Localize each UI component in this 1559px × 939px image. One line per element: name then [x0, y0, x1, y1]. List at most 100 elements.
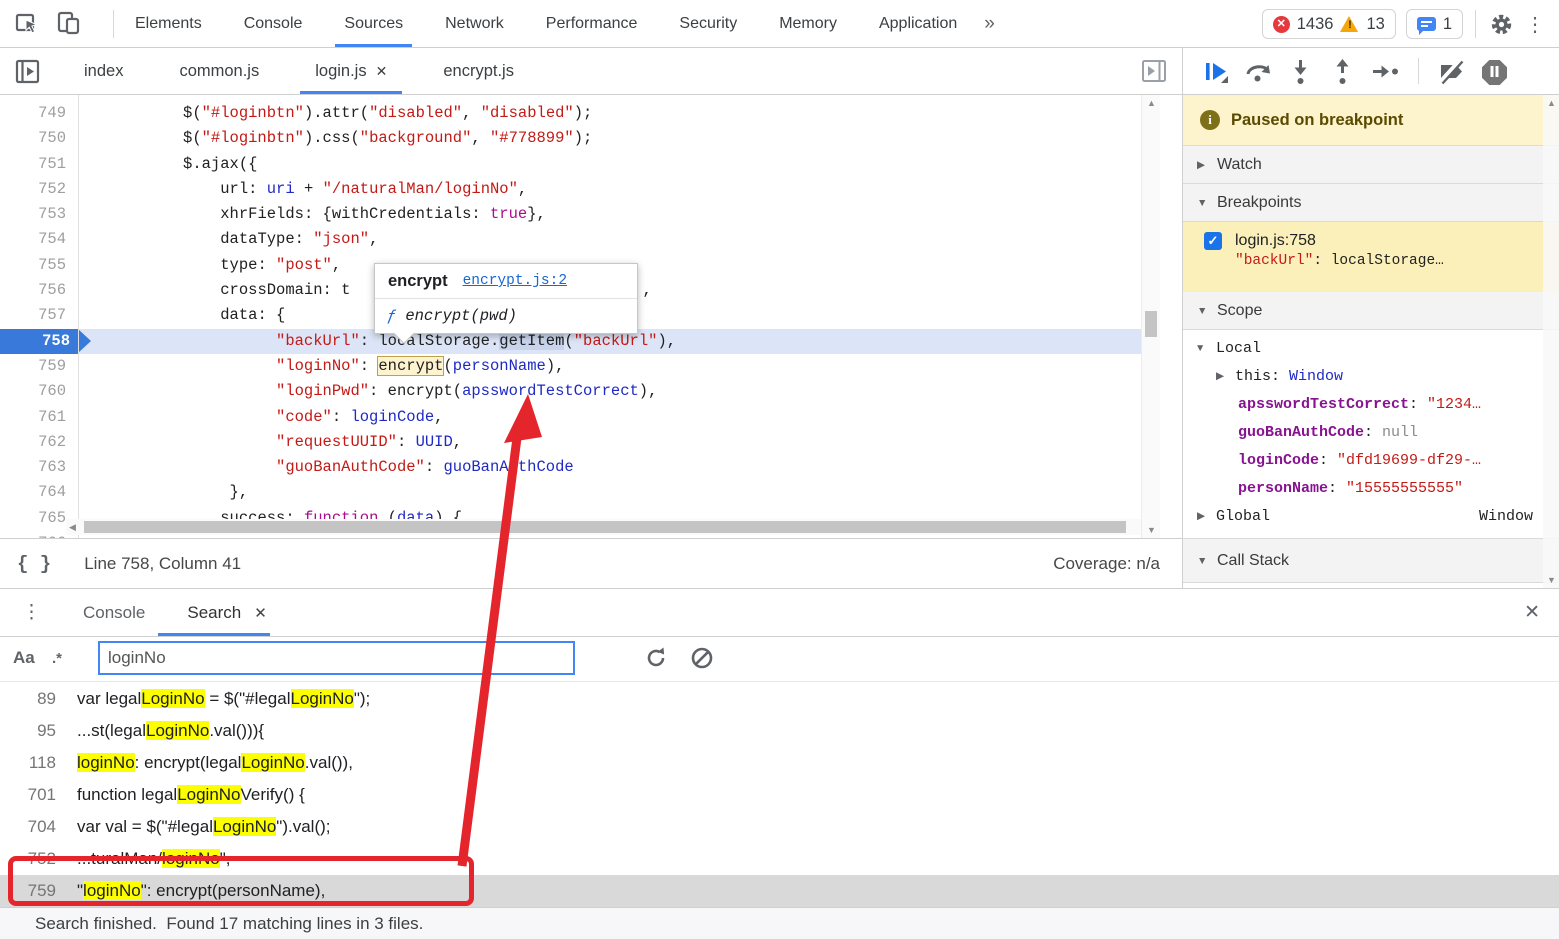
- more-tabs-icon[interactable]: »: [978, 13, 1001, 35]
- file-tab-index[interactable]: index: [56, 48, 151, 94]
- watch-section-header[interactable]: ▶ Watch: [1183, 146, 1559, 184]
- line-number[interactable]: 756: [0, 278, 66, 303]
- step-out-button[interactable]: [1328, 57, 1357, 86]
- scroll-left-arrow-icon[interactable]: ◀: [69, 522, 76, 533]
- devtools-tab-application[interactable]: Application: [858, 0, 978, 47]
- file-tab-common-js[interactable]: common.js: [151, 48, 287, 94]
- tooltip-source-link[interactable]: encrypt.js:2: [463, 273, 567, 289]
- inspect-element-icon[interactable]: [14, 10, 41, 37]
- pause-on-exceptions-button[interactable]: [1480, 57, 1509, 86]
- devtools-tab-memory[interactable]: Memory: [758, 0, 858, 47]
- code-line[interactable]: 763 "guoBanAuthCode": guoBanAuthCode: [0, 455, 1141, 480]
- line-number[interactable]: 755: [0, 253, 66, 278]
- code-line[interactable]: 762 "requestUUID": UUID,: [0, 430, 1141, 455]
- line-number[interactable]: 752: [0, 177, 66, 202]
- code-line[interactable]: 759 "loginNo": encrypt(personName),: [0, 354, 1141, 379]
- drawer-menu-kebab-icon[interactable]: ⋮: [22, 601, 41, 624]
- devtools-tab-sources[interactable]: Sources: [323, 0, 424, 47]
- editor-vertical-scrollbar[interactable]: ▲ ▼: [1141, 95, 1160, 538]
- code-line[interactable]: 752 url: uri + "/naturalMan/loginNo",: [0, 177, 1141, 202]
- tab-console[interactable]: Console: [83, 603, 145, 623]
- line-number[interactable]: 753: [0, 202, 66, 227]
- step-button[interactable]: [1370, 57, 1401, 86]
- line-number[interactable]: 758: [0, 329, 78, 354]
- devtools-tab-security[interactable]: Security: [658, 0, 758, 47]
- breakpoint-entry[interactable]: ✓ login.js:758 "backUrl": localStorage…: [1183, 222, 1559, 292]
- scope-row-Local[interactable]: ▼Local: [1183, 335, 1559, 363]
- code-line[interactable]: 764 },: [0, 480, 1141, 505]
- encrypt-token[interactable]: encrypt: [378, 357, 443, 375]
- close-drawer-icon[interactable]: ✕: [1524, 601, 1540, 624]
- devtools-tab-network[interactable]: Network: [424, 0, 525, 47]
- line-number[interactable]: 765: [0, 506, 66, 531]
- pretty-print-icon[interactable]: { }: [17, 553, 51, 575]
- close-file-icon[interactable]: ✕: [376, 48, 388, 94]
- devtools-tab-performance[interactable]: Performance: [525, 0, 659, 47]
- chevron-down-icon[interactable]: ▼: [1197, 335, 1216, 363]
- close-tab-icon[interactable]: ✕: [254, 604, 267, 622]
- search-result-row[interactable]: 89var legalLoginNo = $("#legalLoginNo");: [0, 683, 1559, 715]
- scope-section-header[interactable]: ▼ Scope: [1183, 292, 1559, 330]
- regex-toggle[interactable]: .*: [52, 650, 62, 667]
- scope-row-personName[interactable]: personName: "15555555555": [1183, 475, 1559, 503]
- devtools-tab-elements[interactable]: Elements: [114, 0, 223, 47]
- search-result-row[interactable]: 95...st(legalLoginNo.val())){: [0, 715, 1559, 747]
- line-number[interactable]: 750: [0, 126, 66, 151]
- line-number[interactable]: 751: [0, 152, 66, 177]
- refresh-icon[interactable]: [644, 646, 668, 670]
- code-line[interactable]: 761 "code": loginCode,: [0, 405, 1141, 430]
- code-line[interactable]: 749 $("#loginbtn").attr("disabled", "dis…: [0, 101, 1141, 126]
- step-over-button[interactable]: [1243, 57, 1273, 86]
- line-number[interactable]: 764: [0, 480, 66, 505]
- call-stack-section-header[interactable]: ▼ Call Stack: [1183, 538, 1559, 583]
- line-number[interactable]: 761: [0, 405, 66, 430]
- step-into-button[interactable]: [1286, 57, 1315, 86]
- line-number[interactable]: 749: [0, 101, 66, 126]
- messages-badge[interactable]: 1: [1406, 9, 1463, 39]
- scope-row-this[interactable]: ▶this: Window: [1183, 363, 1559, 391]
- search-input[interactable]: [98, 641, 575, 675]
- scroll-up-arrow-icon[interactable]: ▲: [1547, 98, 1556, 108]
- deactivate-breakpoints-button[interactable]: [1436, 57, 1467, 86]
- scroll-down-arrow-icon[interactable]: ▼: [1547, 575, 1556, 585]
- line-number[interactable]: 766: [0, 531, 66, 538]
- scope-row-guoBanAuthCode[interactable]: guoBanAuthCode: null: [1183, 419, 1559, 447]
- scroll-down-arrow-icon[interactable]: ▼: [1147, 525, 1156, 535]
- resume-button[interactable]: [1201, 57, 1230, 86]
- scope-row-Global[interactable]: ▶GlobalWindow: [1183, 503, 1559, 531]
- file-tab-login-js[interactable]: login.js✕: [287, 48, 415, 94]
- scroll-up-arrow-icon[interactable]: ▲: [1147, 98, 1156, 108]
- breakpoints-section-header[interactable]: ▼ Breakpoints: [1183, 184, 1559, 222]
- devtools-tab-console[interactable]: Console: [223, 0, 324, 47]
- file-tab-encrypt-js[interactable]: encrypt.js: [415, 48, 542, 94]
- sidebar-scrollbar[interactable]: ▲ ▼: [1543, 95, 1559, 588]
- line-number[interactable]: 759: [0, 354, 66, 379]
- scope-row-apsswordTestCorrect[interactable]: apsswordTestCorrect: "1234…: [1183, 391, 1559, 419]
- chevron-right-icon[interactable]: ▶: [1216, 363, 1235, 391]
- search-result-row[interactable]: 701function legalLoginNoVerify() {: [0, 779, 1559, 811]
- match-case-toggle[interactable]: Aa: [13, 648, 35, 668]
- navigator-panel-toggle-icon[interactable]: [13, 57, 42, 86]
- more-options-kebab-icon[interactable]: ⋮: [1525, 12, 1545, 37]
- device-toolbar-icon[interactable]: [55, 10, 83, 37]
- chevron-right-icon[interactable]: ▶: [1197, 503, 1216, 531]
- code-line[interactable]: 760 "loginPwd": encrypt(apsswordTestCorr…: [0, 379, 1141, 404]
- line-number[interactable]: 754: [0, 227, 66, 252]
- tab-search[interactable]: Search ✕: [187, 603, 266, 623]
- search-result-row[interactable]: 118loginNo: encrypt(legalLoginNo.val()),: [0, 747, 1559, 779]
- horizontal-scroll-thumb[interactable]: [84, 521, 1126, 533]
- code-line[interactable]: 750 $("#loginbtn").css("background", "#7…: [0, 126, 1141, 151]
- quick-source-panel-icon[interactable]: [1140, 57, 1168, 85]
- line-number[interactable]: 757: [0, 303, 66, 328]
- scope-row-loginCode[interactable]: loginCode: "dfd19699-df29-…: [1183, 447, 1559, 475]
- editor-horizontal-scrollbar[interactable]: ◀: [66, 519, 1141, 535]
- line-number[interactable]: 760: [0, 379, 66, 404]
- breakpoint-checkbox[interactable]: ✓: [1204, 232, 1222, 250]
- issues-badge[interactable]: ✕ 1436 ! 13: [1262, 9, 1396, 39]
- line-number[interactable]: 762: [0, 430, 66, 455]
- settings-gear-icon[interactable]: [1488, 11, 1515, 38]
- code-line[interactable]: 751 $.ajax({: [0, 152, 1141, 177]
- code-line[interactable]: 753 xhrFields: {withCredentials: true},: [0, 202, 1141, 227]
- clear-results-icon[interactable]: [690, 646, 714, 670]
- code-line[interactable]: 754 dataType: "json",: [0, 227, 1141, 252]
